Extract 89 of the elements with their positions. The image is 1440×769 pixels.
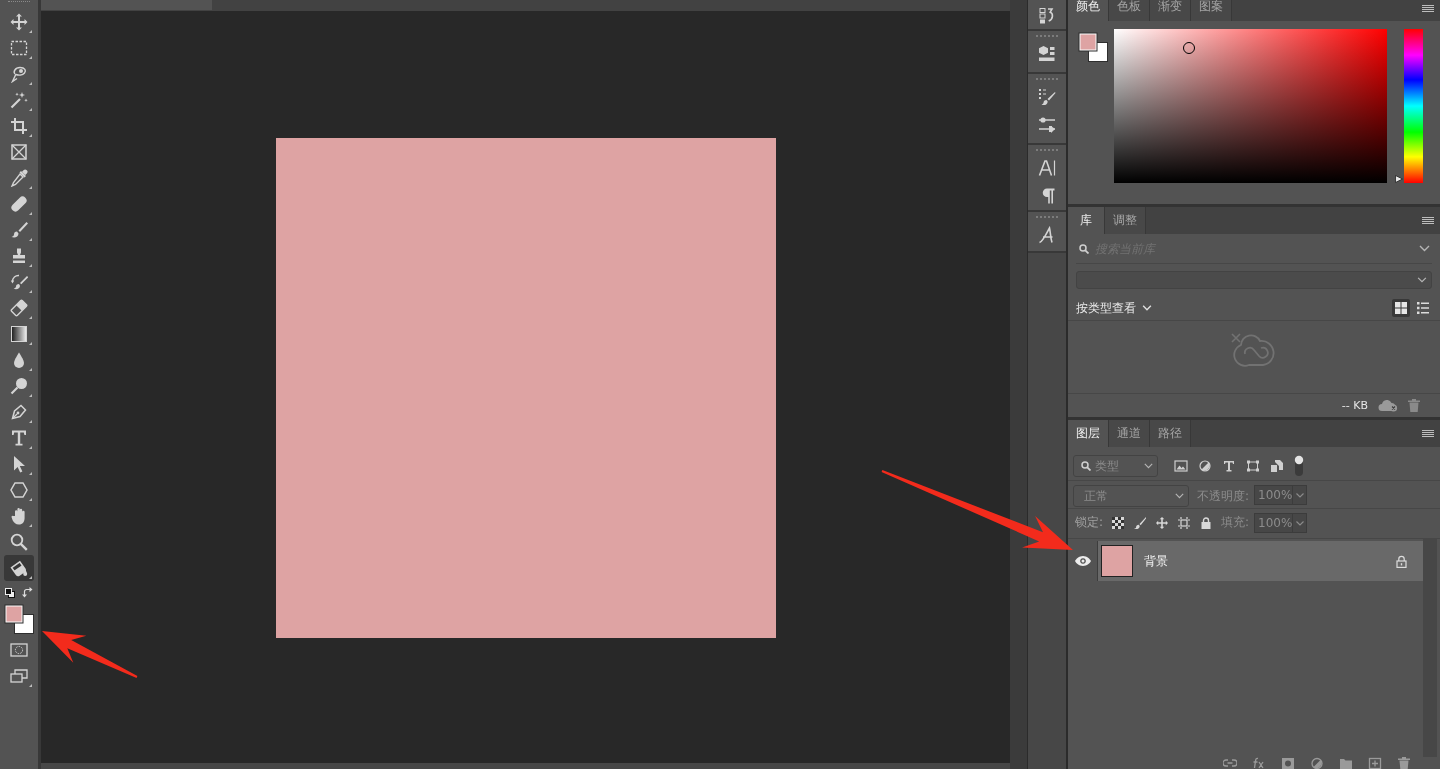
history-icon: [1038, 7, 1056, 25]
crop-icon: [10, 117, 28, 135]
link-icon[interactable]: [1223, 757, 1237, 769]
screen-mode-icon: [10, 669, 28, 683]
list-view-button[interactable]: [1414, 299, 1432, 317]
search-icon: [1079, 243, 1089, 254]
panel-tab[interactable]: 通道: [1109, 420, 1150, 447]
smart-object-icon[interactable]: [1270, 460, 1284, 472]
color-field[interactable]: [1114, 29, 1387, 183]
mask-icon[interactable]: [1281, 757, 1295, 769]
four-way-arrow-icon[interactable]: [1156, 516, 1168, 529]
hue-slider[interactable]: [1395, 29, 1423, 183]
eraser-icon: [10, 299, 28, 317]
panel-tab[interactable]: 颜色: [1068, 0, 1109, 21]
quick-mask-icon: [10, 643, 28, 657]
brush-icon[interactable]: [1134, 516, 1146, 529]
cloud-x-icon[interactable]: [1378, 399, 1398, 412]
panel-tab[interactable]: 色板: [1109, 0, 1150, 21]
panel-tab[interactable]: 渐变: [1150, 0, 1191, 21]
grid-icon: [1395, 302, 1407, 314]
view-filter-dropdown[interactable]: 按类型查看: [1076, 299, 1152, 317]
cube-icon: [1038, 45, 1056, 63]
script-letter-icon: [1038, 226, 1056, 244]
eyedropper-icon: [10, 169, 28, 187]
half-circle-icon[interactable]: [1310, 757, 1324, 769]
panel-menu-icon[interactable]: [1422, 217, 1434, 224]
pen-icon: [10, 403, 28, 421]
search-icon: [1081, 461, 1091, 471]
storage-size: -- KB: [1341, 399, 1368, 412]
lock-label: 锁定:: [1075, 514, 1105, 531]
panel-menu-icon[interactable]: [1422, 430, 1434, 437]
lock-icon[interactable]: [1396, 554, 1407, 568]
stamp-icon: [10, 247, 28, 265]
list-icon: [1417, 302, 1429, 314]
chevron-icon: [1142, 305, 1152, 311]
swap-arrows-icon[interactable]: [22, 587, 33, 598]
panel-tab[interactable]: 图层: [1068, 420, 1109, 447]
lock-icon[interactable]: [1200, 516, 1212, 529]
cloud-offline-icon: [1231, 333, 1277, 367]
half-circle-icon[interactable]: [1198, 460, 1212, 472]
crossed-frame-icon: [10, 143, 28, 161]
paint-bucket-icon: [10, 559, 28, 577]
panel-tab[interactable]: 路径: [1150, 420, 1191, 447]
sliders-icon: [1038, 116, 1056, 134]
panel-menu-icon[interactable]: [1422, 5, 1434, 12]
toggle-icon[interactable]: [1294, 455, 1304, 477]
eye-icon[interactable]: [1074, 556, 1091, 566]
type-filter-icon[interactable]: [1222, 460, 1236, 472]
gradient-icon: [10, 325, 28, 343]
bandage-icon: [10, 195, 28, 213]
character-icon: [1038, 159, 1056, 177]
artboard-icon[interactable]: [1178, 516, 1190, 529]
image-filter-icon[interactable]: [1174, 460, 1188, 472]
brush-icon: [10, 221, 28, 239]
panel-tab[interactable]: 调整: [1105, 207, 1146, 234]
vertical-scrollbar[interactable]: [1423, 539, 1437, 757]
layer-thumbnail: [1101, 545, 1133, 577]
zoom-icon: [10, 533, 28, 551]
vertical-scrollbar[interactable]: [1010, 0, 1027, 769]
history-brush-icon: [10, 273, 28, 291]
chevron-icon[interactable]: [1419, 245, 1430, 252]
grid-view-button[interactable]: [1392, 299, 1410, 317]
type-icon: [10, 429, 28, 447]
chevron-icon: [1144, 463, 1153, 469]
panel-tab[interactable]: 库: [1068, 207, 1105, 234]
transform-box-icon[interactable]: [1246, 460, 1260, 472]
trash-icon[interactable]: [1397, 757, 1411, 769]
color-swatches-icon[interactable]: [4, 604, 34, 634]
slider-thumb-icon[interactable]: [1395, 175, 1403, 183]
layer-name: 背景: [1144, 552, 1168, 570]
lasso-icon: [10, 65, 28, 83]
tool-button[interactable]: [4, 555, 34, 581]
folder-icon[interactable]: [1339, 757, 1353, 769]
four-way-arrow-icon: [10, 13, 28, 31]
chevron-icon: [1417, 277, 1427, 283]
magic-wand-icon: [10, 91, 28, 109]
panel-tab[interactable]: 图案: [1191, 0, 1232, 21]
hand-icon: [10, 507, 28, 525]
fx-icon[interactable]: [1252, 757, 1266, 769]
dashed-rectangle-icon: [10, 39, 28, 57]
color-swatches-icon[interactable]: [1078, 32, 1108, 62]
default-colors-icon[interactable]: [5, 587, 15, 598]
checkerboard-icon[interactable]: [1112, 516, 1124, 529]
plus-square-icon[interactable]: [1368, 757, 1382, 769]
hexagon-icon: [10, 481, 28, 499]
brush-settings-icon: [1038, 88, 1056, 106]
layer-row[interactable]: 背景: [1068, 541, 1423, 581]
chevron-icon: [1175, 493, 1184, 499]
dodge-icon: [10, 377, 28, 395]
